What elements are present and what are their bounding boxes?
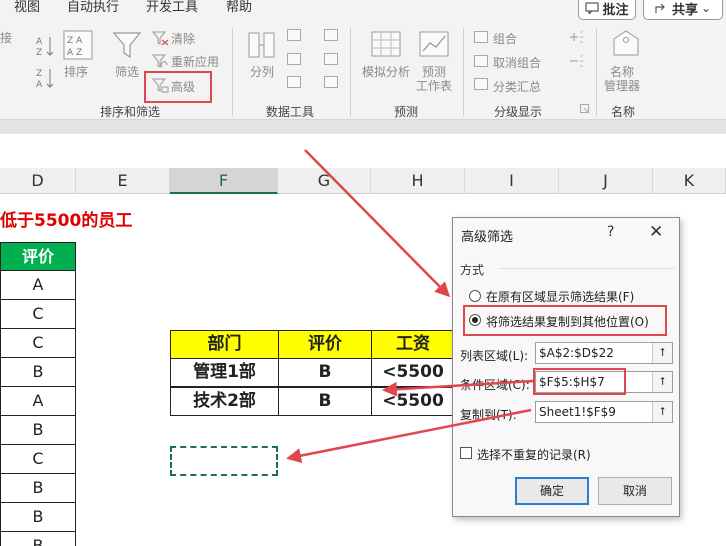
arrow-to-criteria-range: [382, 379, 534, 397]
arrow-to-target-cell: [286, 408, 532, 464]
annotation-arrows: [286, 149, 534, 464]
arrow-to-dialog: [304, 149, 451, 298]
